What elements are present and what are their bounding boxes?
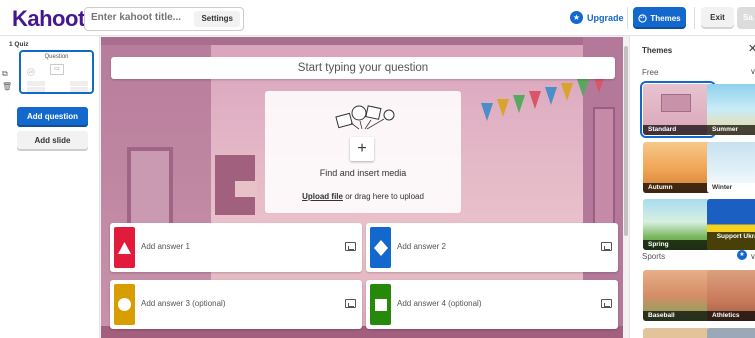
- theme-card-partial[interactable]: [643, 328, 713, 338]
- answer-1[interactable]: Add answer 1: [110, 223, 362, 272]
- theme-athletics[interactable]: Athletics: [707, 270, 755, 321]
- theme-name: Baseball: [643, 311, 713, 321]
- thumb-timer: 20: [27, 68, 35, 76]
- theme-baseball[interactable]: Baseball: [643, 270, 713, 321]
- themes-label: Themes: [650, 13, 681, 23]
- theme-spring[interactable]: Spring: [643, 199, 713, 250]
- image-icon[interactable]: [601, 242, 612, 251]
- find-media-label: Find and insert media: [319, 168, 407, 178]
- chevron-down-icon[interactable]: ∨: [750, 252, 755, 261]
- bunting-flag: [529, 91, 541, 109]
- upgrade-button[interactable]: ★ Upgrade: [570, 11, 624, 24]
- answer-color-block: [114, 227, 135, 268]
- square-icon: [374, 298, 387, 311]
- trash-icon[interactable]: 🗑: [2, 82, 12, 91]
- upload-hint: or drag here to upload: [342, 192, 424, 201]
- thumb-answer: [70, 81, 88, 86]
- theme-name: Athletics: [707, 311, 755, 321]
- answer-label: Add answer 3 (optional): [141, 299, 226, 308]
- slide-label: 1 Quiz: [9, 41, 29, 48]
- upgrade-label: Upgrade: [587, 12, 624, 23]
- insert-media-button[interactable]: +: [350, 137, 374, 161]
- image-icon[interactable]: [345, 299, 356, 308]
- media-upload-area[interactable]: + Find and insert media Upload file or d…: [265, 91, 461, 213]
- palette-icon: [638, 13, 648, 23]
- diamond-icon: [373, 239, 388, 256]
- bunting-flag: [497, 99, 509, 117]
- background-paper: [235, 181, 257, 197]
- exit-button[interactable]: Exit: [701, 7, 734, 29]
- save-button[interactable]: Sa: [737, 7, 755, 29]
- theme-standard[interactable]: Standard: [640, 81, 716, 138]
- upload-instructions: Upload file or drag here to upload: [265, 192, 461, 201]
- thumb-answer: [70, 87, 88, 92]
- upload-file-link[interactable]: Upload file: [302, 192, 343, 201]
- themes-panel: Themes ✕ Free ∨ Standard Summer Autumn W…: [629, 36, 755, 338]
- theme-name: Support Ukraine: [707, 232, 755, 250]
- theme-winter[interactable]: Winter: [707, 142, 755, 193]
- theme-card-partial[interactable]: [707, 328, 755, 338]
- panel-title: Themes: [642, 46, 673, 55]
- settings-button[interactable]: Settings: [194, 11, 240, 27]
- theme-name: Autumn: [643, 183, 713, 193]
- close-icon[interactable]: ✕: [748, 42, 755, 55]
- duplicate-icon[interactable]: ⧉: [2, 69, 8, 79]
- answer-3[interactable]: Add answer 3 (optional): [110, 280, 362, 329]
- slide-thumbnail[interactable]: Question 20 ▭: [19, 50, 94, 94]
- themes-button[interactable]: Themes: [633, 7, 686, 29]
- background-beam: [101, 37, 623, 45]
- theme-autumn[interactable]: Autumn: [643, 142, 713, 193]
- divider: [694, 7, 695, 29]
- bunting-flag: [481, 103, 493, 121]
- thumb-answer: [27, 81, 45, 86]
- answer-2[interactable]: Add answer 2: [366, 223, 618, 272]
- thumb-question: Question: [44, 54, 69, 60]
- answer-label: Add answer 1: [141, 242, 190, 251]
- answer-label: Add answer 4 (optional): [397, 299, 482, 308]
- circle-icon: [118, 298, 131, 311]
- image-icon[interactable]: [601, 299, 612, 308]
- question-input[interactable]: Start typing your question: [111, 57, 615, 79]
- theme-name: Spring: [643, 240, 713, 250]
- bunting-flag: [545, 87, 557, 105]
- answer-color-block: [370, 227, 391, 268]
- media-illustration-icon: [335, 105, 395, 130]
- bunting-flag: [561, 83, 573, 101]
- answer-4[interactable]: Add answer 4 (optional): [366, 280, 618, 329]
- star-icon: ★: [737, 250, 747, 260]
- answer-color-block: [114, 284, 135, 325]
- section-free: Free: [642, 68, 659, 77]
- star-icon: ★: [570, 11, 583, 24]
- theme-support-ukraine[interactable]: Support Ukraine: [707, 199, 755, 250]
- thumbnail-art: [661, 94, 691, 112]
- image-icon: ▭: [50, 64, 64, 75]
- answer-label: Add answer 2: [397, 242, 446, 251]
- kahoot-title-input[interactable]: [91, 12, 191, 23]
- answer-color-block: [370, 284, 391, 325]
- image-icon[interactable]: [345, 242, 356, 251]
- bunting-flag: [513, 95, 525, 113]
- theme-name: Summer: [707, 125, 755, 135]
- chevron-down-icon[interactable]: ∨: [750, 67, 755, 76]
- kahoot-logo[interactable]: Kahoot!: [12, 6, 92, 32]
- kahoot-editor: Kahoot! Settings ★ Upgrade Themes Exit S…: [0, 0, 755, 338]
- theme-name: Winter: [707, 183, 755, 193]
- add-slide-button[interactable]: Add slide: [17, 131, 88, 151]
- question-canvas: Start typing your question + Find and in…: [101, 37, 623, 338]
- divider: [627, 7, 628, 29]
- thumb-answer: [27, 87, 45, 92]
- title-field[interactable]: Settings: [84, 7, 244, 31]
- triangle-icon: [118, 241, 131, 254]
- slides-sidebar: 1 Quiz ⧉ 🗑 Question 20 ▭ Add question Ad…: [0, 36, 100, 338]
- top-bar: Kahoot! Settings ★ Upgrade Themes Exit S…: [0, 0, 755, 36]
- section-sports: Sports: [642, 252, 666, 261]
- theme-summer[interactable]: Summer: [707, 84, 755, 135]
- add-question-button[interactable]: Add question: [17, 107, 88, 127]
- theme-name: Standard: [643, 125, 713, 135]
- canvas-scroll-thumb[interactable]: [624, 46, 628, 236]
